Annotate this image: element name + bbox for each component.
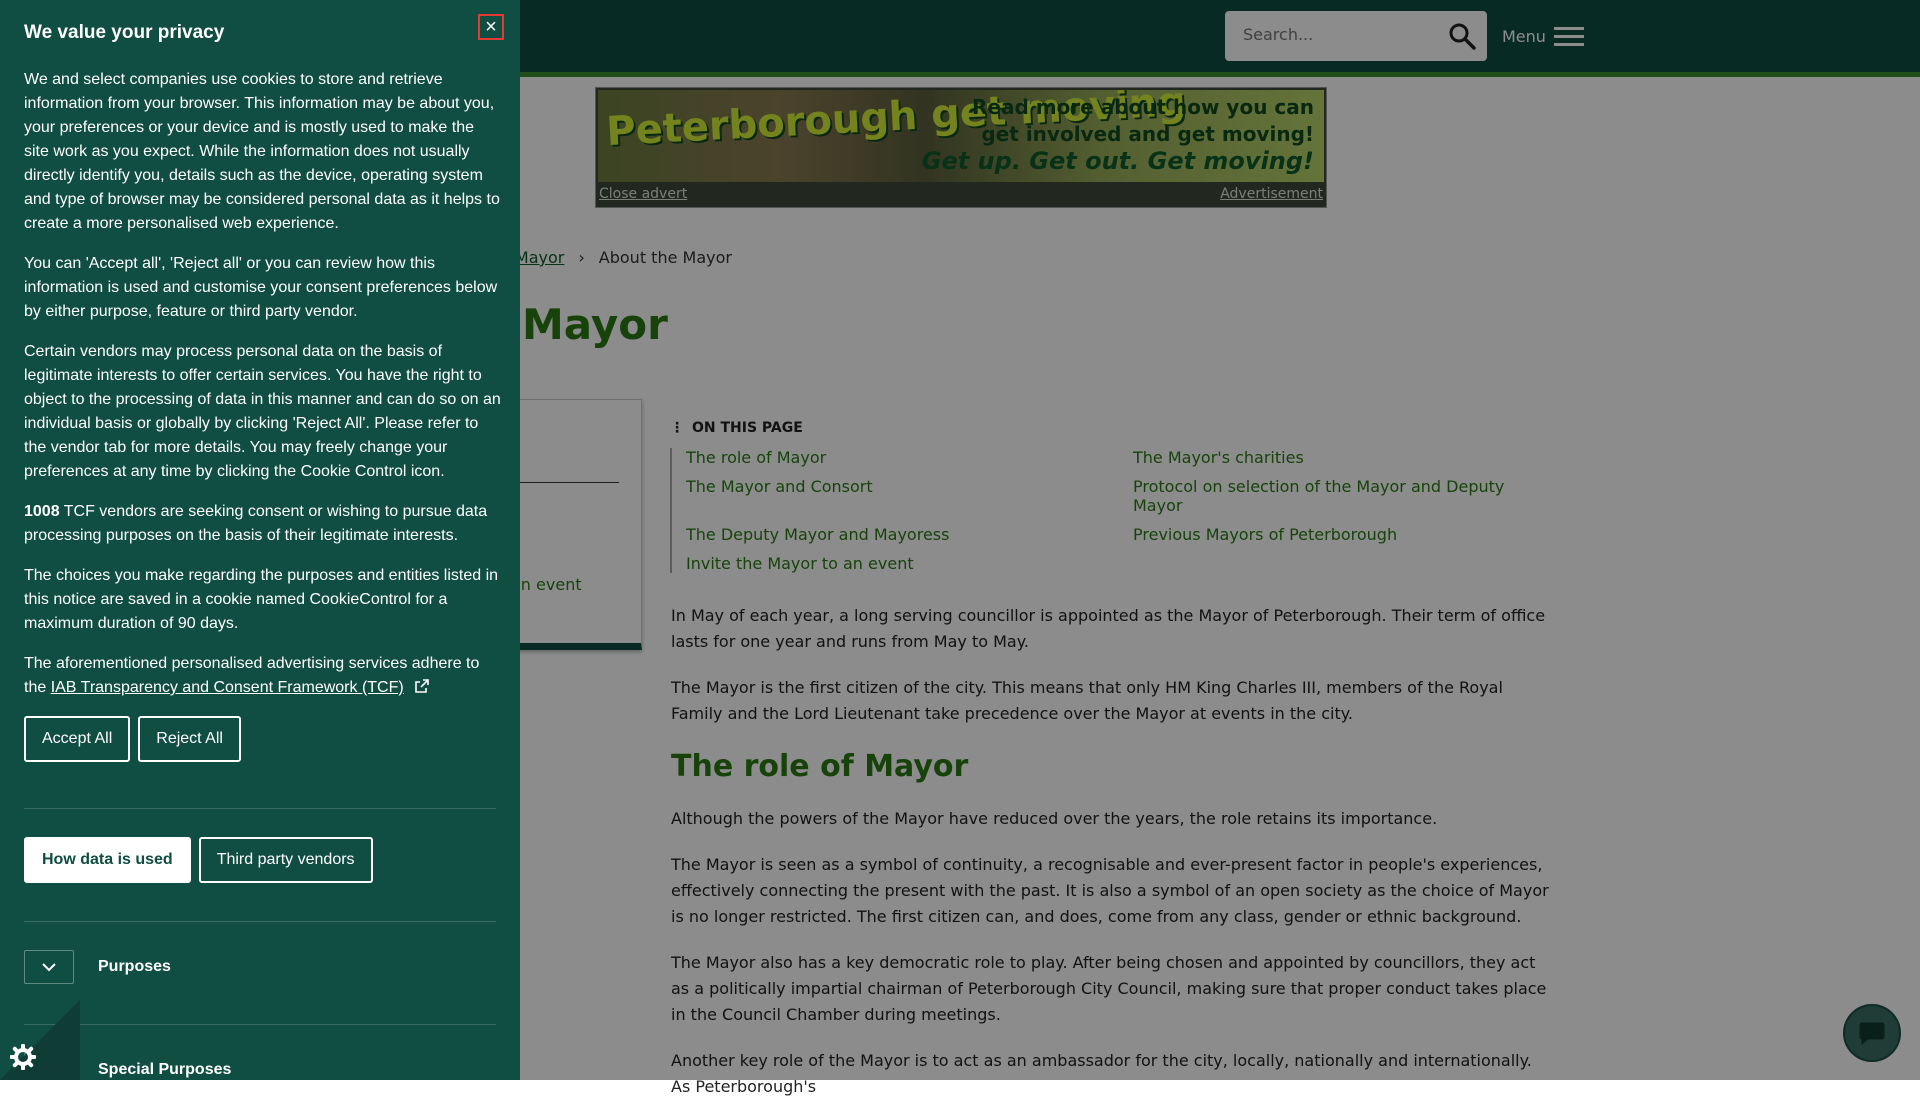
chat-button[interactable] <box>1843 1004 1901 1062</box>
tab-third-party-vendors[interactable]: Third party vendors <box>198 837 373 883</box>
divider <box>24 808 496 809</box>
chevron-down-icon[interactable] <box>24 950 74 984</box>
vendor-count: 1008 <box>24 503 60 520</box>
privacy-paragraph: You can 'Accept all', 'Reject all' or yo… <box>24 255 498 320</box>
reject-all-button[interactable]: Reject All <box>138 716 241 762</box>
privacy-body: We and select companies use cookies to s… <box>24 68 502 762</box>
privacy-paragraph: 1008 TCF vendors are seeking consent or … <box>24 500 502 548</box>
privacy-panel: We value your privacy × We and select co… <box>0 0 520 1080</box>
chat-icon <box>1859 1022 1885 1046</box>
privacy-paragraph: We and select companies use cookies to s… <box>24 71 500 232</box>
divider <box>24 921 496 922</box>
special-purposes-label: Special Purposes <box>98 1061 232 1078</box>
privacy-tabs: How data is used Third party vendors <box>24 837 373 883</box>
close-button[interactable]: × <box>478 14 504 40</box>
cookie-control-button[interactable] <box>0 1000 80 1080</box>
accept-all-button[interactable]: Accept All <box>24 716 131 762</box>
gear-icon <box>10 1044 36 1070</box>
privacy-title: We value your privacy <box>24 22 225 43</box>
divider <box>24 1024 496 1025</box>
tcf-link[interactable]: IAB Transparency and Consent Framework (… <box>51 679 404 696</box>
purposes-label: Purposes <box>98 958 171 975</box>
purposes-row[interactable]: Purposes <box>24 950 171 984</box>
tab-how-data-is-used[interactable]: How data is used <box>24 837 191 883</box>
external-link-icon <box>415 679 429 693</box>
vendor-text: TCF vendors are seeking consent or wishi… <box>24 503 488 544</box>
privacy-paragraph: Certain vendors may process personal dat… <box>24 343 501 480</box>
consent-actions: Accept All Reject All <box>24 716 502 762</box>
privacy-paragraph: The choices you make regarding the purpo… <box>24 567 499 632</box>
privacy-paragraph: The aforementioned personalised advertis… <box>24 652 502 700</box>
